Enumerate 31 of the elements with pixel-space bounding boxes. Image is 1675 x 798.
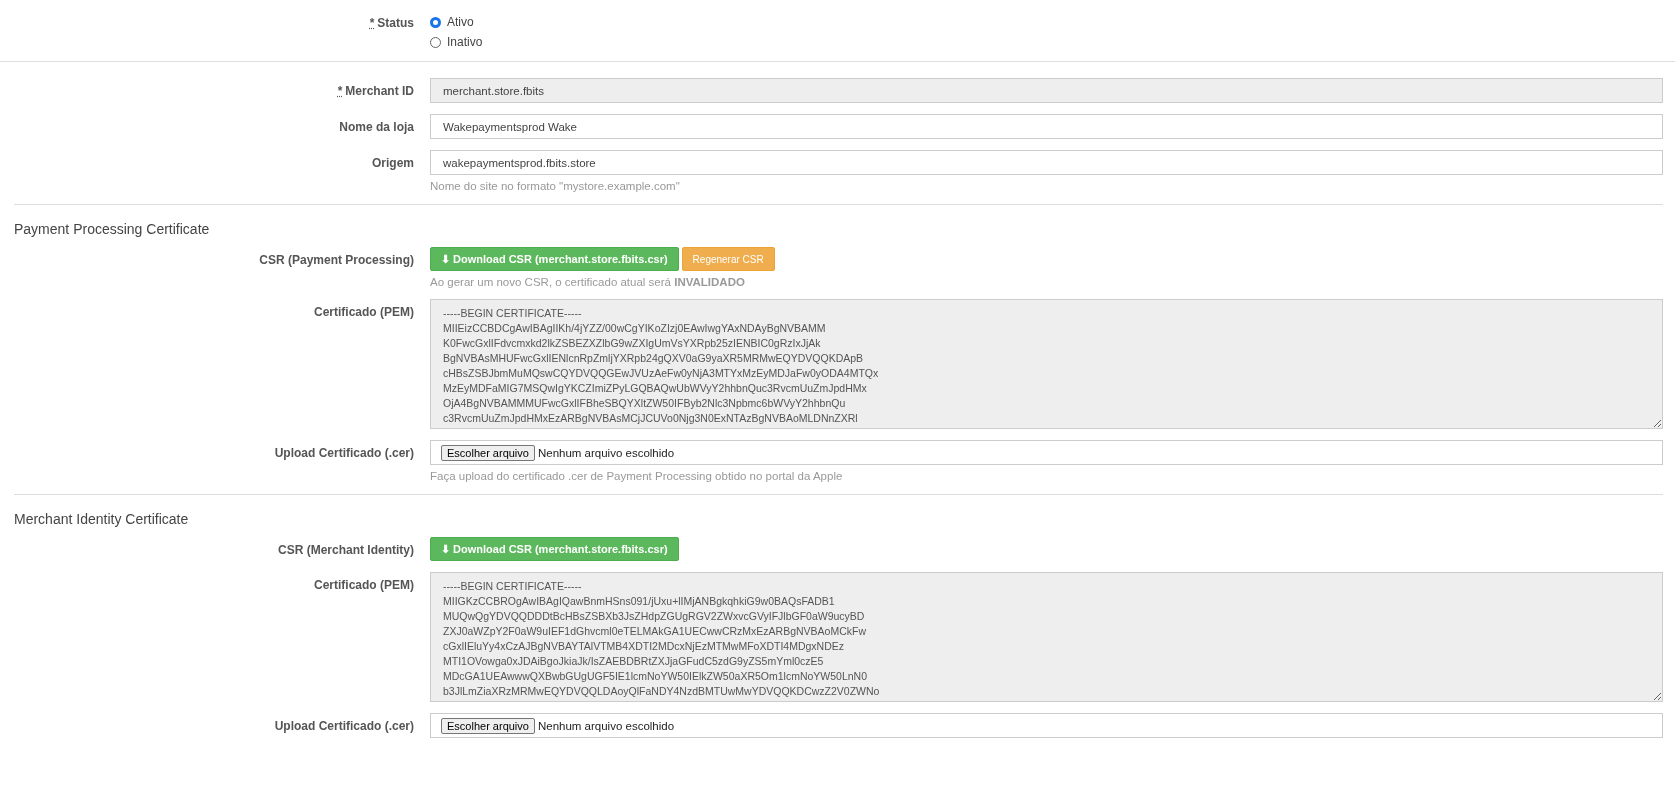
help-text: Ao gerar um novo CSR, o certificado atual será INVALIDADO — [430, 276, 746, 288]
field-label: Certificado (PEM) — [314, 578, 414, 592]
file-input[interactable]: Escolher arquivo Nenhum arquivo escolhido — [430, 440, 1663, 465]
text-field[interactable]: Wakepaymentsprod Wake — [430, 114, 1663, 139]
choose-file-button[interactable]: Escolher arquivo — [441, 444, 535, 461]
field-label: Merchant ID — [345, 84, 414, 98]
field-label: Upload Certificado (.cer) — [274, 719, 414, 733]
radio-icon[interactable] — [430, 36, 441, 48]
help-text: Faça upload do certificado .cer de Payment Processing obtido no portal da Apple — [430, 470, 844, 482]
field-label: Origem — [372, 156, 414, 170]
field-label: Certificado (PEM) — [314, 305, 414, 319]
field-label: Status — [377, 16, 414, 30]
field-label: Nome da loja — [339, 120, 414, 134]
certificate-textarea[interactable]: -----BEGIN CERTIFICATE----- MIIGKzCCBROgAwIBAgIQawBnmHSns091/jUxu+lIMjANBgkqhkiG9w0BAQsFADB1 MUQwQgYDVQQDDDtBcHBsZSBXb3JsZHdpZGUgRGV2ZWxvcGVyIFJlbGF0aW9ucyBD ZXJ0aWZpY2F0aW9uIEF1dGhvcml0eTELMAkGA1UECwwCRzMxEzARBgNVBAoMCkFw cGxlIEluYy4xCzAJBgNVBAYTAlVTMB4XDTI2MDcxNjEzMTMwMFoXDTI4MDgxNDEz MTI1OVowga0xJDAiBgoJkiaJk/IsZAEBDBRtZXJjaGFudC5zdG9yZS5mYml0czE5 MDcGA1UEAwwwQXBwbGUgUGF5IE1lcmNoYW50IElkZW50aXR5Om1lcmNoYW50LnN0 b3JlLmZiaXRzMRMwEQYDVQQLDAoyQlFaNDY4NzdBMTUwMwYDVQQKDCwzZ2V0ZWNo — [430, 572, 1663, 702]
file-status: Nenhum arquivo escolhido — [537, 446, 675, 459]
certificate-textarea[interactable]: -----BEGIN CERTIFICATE----- MIIEizCCBDCgAwIBAgIIKh/4jYZZ/00wCgYIKoZIzj0EAwIwgYAxNDAyBgNVBAMM K0FwcGxlIFdvcmxkd2lkZSBEZXZlbG9wZXIgUmVsYXRpb25zIENBIC0gRzIxJjAk BgNVBAsMHUFwcGxlIENlcnRpZmljYXRpb24gQXV0aG9yaXR5MRMwEQYDVQQKDApB cHBsZSBJbmMuMQswCQYDVQQGEwJVUzAeFw0yNjA3MTYxMzEyMDJaFw0yODA4MTQx MzEyMDFaMIG7MSQwIgYKCZImiZPyLGQBAQwUbWVyY2hhbnQuc3RvcmUuZmJpdHMx OjA4BgNVBAMMMUFwcGxlIFBheSBQYXltZW50IFByb2Nlc3Npbmc6bWVyY2hhbnQu c3RvcmUuZmJpdHMxEzARBgNVBAsMCjJCUVo0Njg3N0ExNTAzBgNVBAoMLDNnZXRl — [430, 299, 1663, 429]
required-mark: * — [369, 16, 375, 30]
section-heading: Merchant Identity Certificate — [14, 511, 190, 527]
file-input[interactable]: Escolher arquivo Nenhum arquivo escolhido — [430, 713, 1663, 738]
radio-option[interactable]: Ativo — [430, 15, 1663, 29]
section-heading: Payment Processing Certificate — [14, 221, 211, 237]
radio-icon[interactable] — [430, 16, 441, 28]
field-label: CSR (Merchant Identity) — [278, 543, 414, 557]
help-text: Nome do site no formato "mystore.example.com" — [430, 180, 681, 192]
radio-option[interactable]: Inativo — [430, 35, 1663, 49]
file-status: Nenhum arquivo escolhido — [537, 719, 675, 732]
field-label: CSR (Payment Processing) — [259, 253, 414, 267]
choose-file-button[interactable]: Escolher arquivo — [441, 717, 535, 734]
field-label: Upload Certificado (.cer) — [274, 446, 414, 460]
required-mark: * — [337, 84, 343, 98]
text-field[interactable]: wakepaymentsprod.fbits.store — [430, 150, 1663, 175]
